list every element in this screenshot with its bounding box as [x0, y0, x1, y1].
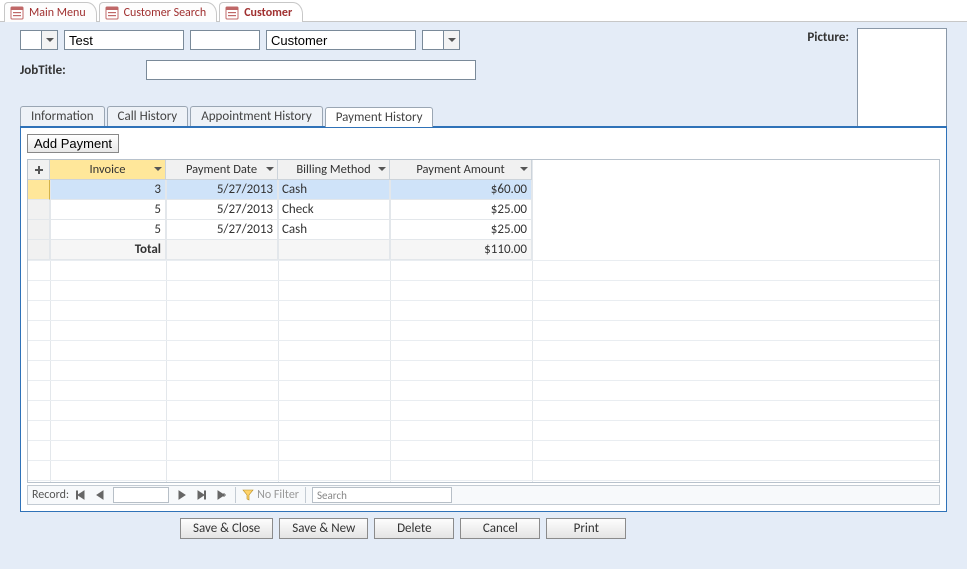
payments-grid: Invoice Payment Date Billing Method Paym…	[27, 159, 940, 483]
cell-amount[interactable]: $25.00	[390, 200, 532, 220]
title-input[interactable]	[21, 31, 41, 49]
nav-last-icon[interactable]	[193, 487, 209, 503]
cell-amount[interactable]: $25.00	[390, 220, 532, 240]
table-row[interactable]: 55/27/2013Cash$25.00	[28, 220, 939, 240]
tab-customer[interactable]: Customer	[219, 2, 303, 22]
cell-invoice[interactable]: 5	[50, 200, 166, 220]
filter-text: No Filter	[257, 488, 299, 502]
cell-method[interactable]: Cash	[278, 180, 390, 200]
funnel-icon	[242, 489, 254, 501]
nav-first-icon[interactable]	[73, 487, 89, 503]
form-action-buttons: Save & Close Save & New Delete Cancel Pr…	[20, 518, 947, 539]
nav-next-icon[interactable]	[173, 487, 189, 503]
row-selector[interactable]	[28, 200, 50, 220]
record-navigator: Record: No Filter Search	[27, 485, 940, 505]
chevron-down-icon[interactable]	[266, 162, 274, 177]
title-combo[interactable]	[20, 30, 58, 50]
suffix-input[interactable]	[423, 31, 443, 49]
jobtitle-input[interactable]	[146, 60, 476, 80]
nav-new-icon[interactable]	[213, 487, 229, 503]
payment-history-pane: Add Payment Invoice	[20, 126, 947, 512]
save-close-button[interactable]: Save & Close	[180, 518, 273, 539]
col-invoice[interactable]: Invoice	[50, 160, 166, 180]
suffix-combo[interactable]	[422, 30, 460, 50]
col-label: Invoice	[89, 162, 125, 177]
record-label: Record:	[32, 488, 69, 502]
total-label: Total	[50, 240, 166, 260]
form-icon	[225, 6, 239, 20]
grid-total-row: Total $110.00	[28, 240, 939, 260]
table-row[interactable]: 35/27/2013Cash$60.00	[28, 180, 939, 200]
separator	[305, 487, 306, 503]
record-search-input[interactable]: Search	[312, 487, 452, 503]
cell-amount[interactable]: $60.00	[390, 180, 532, 200]
total-amount: $110.00	[390, 240, 532, 260]
picture-label: Picture:	[807, 28, 849, 45]
cell-method[interactable]: Check	[278, 200, 390, 220]
col-payment-amount[interactable]: Payment Amount	[390, 160, 532, 180]
chevron-down-icon[interactable]	[41, 31, 57, 49]
tab-label: Information	[31, 109, 94, 124]
cell-method[interactable]: Cash	[278, 220, 390, 240]
customer-form: Picture: JobTitle: Information Call Hist…	[0, 22, 967, 569]
total-blank	[278, 240, 390, 260]
cell-invoice[interactable]: 3	[50, 180, 166, 200]
window-tab-strip: Main Menu Customer Search Customer	[0, 0, 967, 22]
tab-customer-search[interactable]: Customer Search	[99, 2, 218, 22]
detail-tabs: Information Call History Appointment His…	[20, 106, 947, 512]
tab-label: Customer Search	[124, 6, 207, 20]
picture-frame[interactable]	[857, 28, 947, 128]
separator	[235, 487, 236, 503]
col-billing-method[interactable]: Billing Method	[278, 160, 390, 180]
tab-appointment-history[interactable]: Appointment History	[190, 106, 323, 126]
row-selector[interactable]	[28, 180, 50, 200]
total-blank	[166, 240, 278, 260]
save-new-button[interactable]: Save & New	[279, 518, 368, 539]
grid-body: 35/27/2013Cash$60.0055/27/2013Check$25.0…	[28, 180, 939, 240]
nav-prev-icon[interactable]	[93, 487, 109, 503]
chevron-down-icon[interactable]	[520, 162, 528, 177]
middle-name-input[interactable]	[190, 30, 260, 50]
grid-empty-area	[28, 260, 939, 482]
form-icon	[10, 6, 24, 20]
col-payment-date[interactable]: Payment Date	[166, 160, 278, 180]
select-all-icon	[35, 166, 43, 174]
col-label: Payment Date	[186, 162, 257, 177]
tab-label: Appointment History	[201, 109, 312, 124]
tab-main-menu[interactable]: Main Menu	[4, 2, 97, 22]
jobtitle-label: JobTitle:	[20, 63, 140, 78]
chevron-down-icon[interactable]	[378, 162, 386, 177]
tab-information[interactable]: Information	[20, 106, 105, 126]
last-name-input[interactable]	[266, 30, 416, 50]
search-placeholder: Search	[317, 489, 347, 502]
filter-indicator[interactable]: No Filter	[242, 488, 299, 502]
tab-payment-history[interactable]: Payment History	[325, 107, 434, 127]
table-row[interactable]: 55/27/2013Check$25.00	[28, 200, 939, 220]
delete-button[interactable]: Delete	[374, 518, 454, 539]
tab-call-history[interactable]: Call History	[107, 106, 189, 126]
cancel-button[interactable]: Cancel	[460, 518, 540, 539]
tab-label: Main Menu	[29, 6, 86, 20]
tab-label: Payment History	[336, 110, 423, 125]
row-selector[interactable]	[28, 220, 50, 240]
row-selector-header[interactable]	[28, 160, 50, 180]
chevron-down-icon[interactable]	[154, 162, 162, 177]
col-label: Billing Method	[296, 162, 370, 177]
tab-label: Customer	[244, 6, 292, 20]
cell-date[interactable]: 5/27/2013	[166, 180, 278, 200]
col-label: Payment Amount	[416, 162, 504, 177]
row-selector[interactable]	[28, 240, 50, 260]
print-button[interactable]: Print	[546, 518, 626, 539]
cell-invoice[interactable]: 5	[50, 220, 166, 240]
picture-area: Picture:	[807, 28, 947, 128]
first-name-input[interactable]	[64, 30, 184, 50]
cell-date[interactable]: 5/27/2013	[166, 200, 278, 220]
chevron-down-icon[interactable]	[443, 31, 459, 49]
record-number-input[interactable]	[113, 487, 169, 503]
grid-header-row: Invoice Payment Date Billing Method Paym…	[28, 160, 939, 180]
tab-label: Call History	[118, 109, 178, 124]
form-icon	[105, 6, 119, 20]
cell-date[interactable]: 5/27/2013	[166, 220, 278, 240]
add-payment-button[interactable]: Add Payment	[27, 134, 119, 153]
